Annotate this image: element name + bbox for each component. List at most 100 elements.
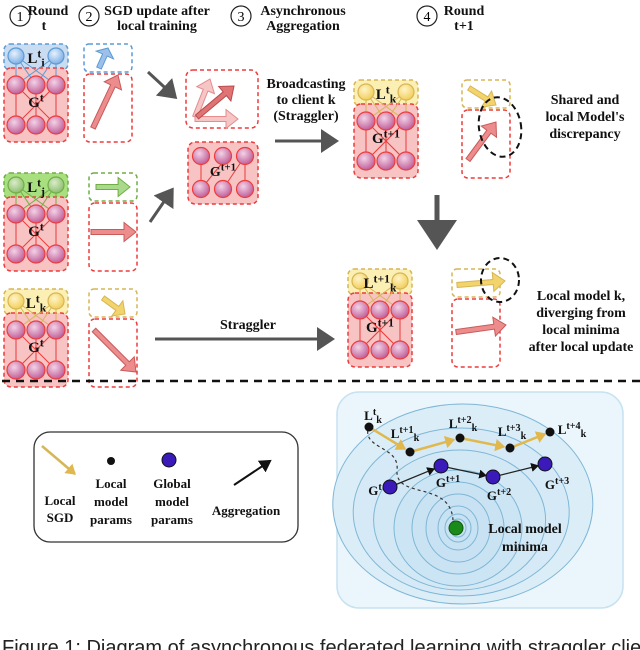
local-param-dot-icon <box>107 457 115 465</box>
global-neuron <box>6 115 26 135</box>
svg-text:discrepancy: discrepancy <box>549 127 620 142</box>
model-blocks: LtiGt LtjGt LtkGt Gt+1 LtkGt+1 Lt+1kGt+1 <box>3 43 511 388</box>
aggregation-update-box <box>185 69 259 130</box>
global-param-point <box>537 456 553 472</box>
svg-text:Local: Local <box>44 493 75 508</box>
client-k-update <box>88 288 138 388</box>
round-next-model-bottom: Lt+1kGt+1 <box>347 268 413 368</box>
step-title: local training <box>117 19 197 34</box>
step-header-1: 1 Round t <box>9 4 69 34</box>
global-neuron <box>235 146 255 166</box>
straggler-label: Straggler <box>220 318 276 333</box>
round-next-update-bottom <box>451 268 507 368</box>
local-neuron <box>397 83 415 101</box>
client-j-model: LtjGt <box>3 172 69 272</box>
global-neuron <box>6 75 26 95</box>
global-neuron <box>350 340 370 360</box>
global-neuron <box>46 75 66 95</box>
step-title: Round <box>28 4 69 19</box>
local-neuron <box>47 292 65 310</box>
svg-text:local minima: local minima <box>542 323 619 338</box>
global-update-box <box>83 73 133 143</box>
minima-label: minima <box>502 540 548 555</box>
svg-text:model: model <box>94 494 128 509</box>
svg-text:to client k: to client k <box>276 93 335 108</box>
client-j-update <box>88 172 138 272</box>
local-neuron <box>7 47 25 65</box>
global-neuron <box>6 244 26 264</box>
global-neuron <box>376 151 396 171</box>
svg-text:Local: Local <box>95 476 126 491</box>
global-neuron <box>356 151 376 171</box>
step-title: Asynchronous <box>260 4 346 19</box>
svg-text:(Straggler): (Straggler) <box>273 109 339 124</box>
svg-text:Shared and: Shared and <box>551 93 620 108</box>
global-neuron <box>390 340 410 360</box>
svg-text:Aggregation: Aggregation <box>212 503 281 518</box>
svg-text:Local model k,: Local model k, <box>537 289 625 304</box>
diagram-canvas: 1 Round t 2 SGD update after local train… <box>2 4 640 609</box>
svg-text:Global: Global <box>153 476 191 491</box>
local-param-point <box>505 443 515 453</box>
step-title: t <box>42 19 47 34</box>
global-param-point <box>485 469 501 485</box>
global-param-point <box>382 479 398 495</box>
flow-arrow-client-i-to-aggregation <box>146 70 178 100</box>
global-neuron <box>6 204 26 224</box>
global-param-dot-icon <box>161 452 177 468</box>
local-param-point <box>455 433 465 443</box>
global-neuron <box>213 179 233 199</box>
legend: Local SGD Local model params Global mode… <box>33 431 299 543</box>
svg-text:params: params <box>151 512 193 527</box>
svg-text:diverging from: diverging from <box>536 306 626 321</box>
svg-text:model: model <box>155 494 189 509</box>
discrepancy-annotation: Shared and local Model's discrepancy <box>546 93 625 142</box>
svg-text:params: params <box>90 512 132 527</box>
local-neuron <box>357 83 375 101</box>
aggregated-global-model: Gt+1 <box>187 141 259 205</box>
step-title: Round <box>444 4 485 19</box>
client-k-model: LtkGt <box>3 288 69 388</box>
local-neuron <box>47 176 65 194</box>
svg-text:local Model's: local Model's <box>546 110 625 125</box>
flow-arrow-client-j-to-aggregation <box>148 187 174 223</box>
svg-text:SGD: SGD <box>47 510 74 525</box>
diverging-annotation: Local model k, diverging from local mini… <box>529 289 634 355</box>
global-param-point <box>433 458 449 474</box>
global-neuron <box>356 111 376 131</box>
step-header-3: 3 Asynchronous Aggregation <box>230 4 346 34</box>
step-title: Aggregation <box>266 19 340 34</box>
global-neuron <box>191 179 211 199</box>
step-number: 1 <box>17 10 24 25</box>
global-neuron <box>370 340 390 360</box>
global-neuron <box>26 360 46 380</box>
local-minima-point <box>448 520 464 536</box>
global-neuron <box>6 360 26 380</box>
global-neuron <box>350 300 370 320</box>
round-next-model-top: LtkGt+1 <box>353 79 419 179</box>
local-param-point <box>545 427 555 437</box>
step-header-2: 2 SGD update after local training <box>78 4 210 34</box>
global-neuron <box>191 146 211 166</box>
global-neuron <box>46 204 66 224</box>
global-neuron <box>235 179 255 199</box>
step-number: 4 <box>424 10 431 25</box>
local-neuron <box>7 176 25 194</box>
local-neuron <box>7 292 25 310</box>
svg-text:after local update: after local update <box>529 340 634 355</box>
step-title: t+1 <box>454 19 474 34</box>
local-neuron <box>47 47 65 65</box>
client-i-model: LtiGt <box>3 43 69 143</box>
minima-label: Local model <box>488 522 562 537</box>
step-number: 3 <box>238 10 245 25</box>
round-next-update-top <box>461 79 511 179</box>
trajectory-panel: LtkLt+1kLt+2k Lt+3k Lt+4kGt Gt+1Gt+2Gt+3Loc… <box>332 391 624 609</box>
global-update-box <box>461 109 511 179</box>
broadcasting-annotation: Broadcasting to client k (Straggler) <box>266 77 345 124</box>
global-neuron <box>46 360 66 380</box>
figure-caption: Figure 1: Diagram of asynchronous federa… <box>2 638 640 650</box>
global-neuron <box>26 244 46 264</box>
local-param-point <box>364 422 374 432</box>
local-param-point <box>405 447 415 457</box>
global-neuron <box>46 244 66 264</box>
